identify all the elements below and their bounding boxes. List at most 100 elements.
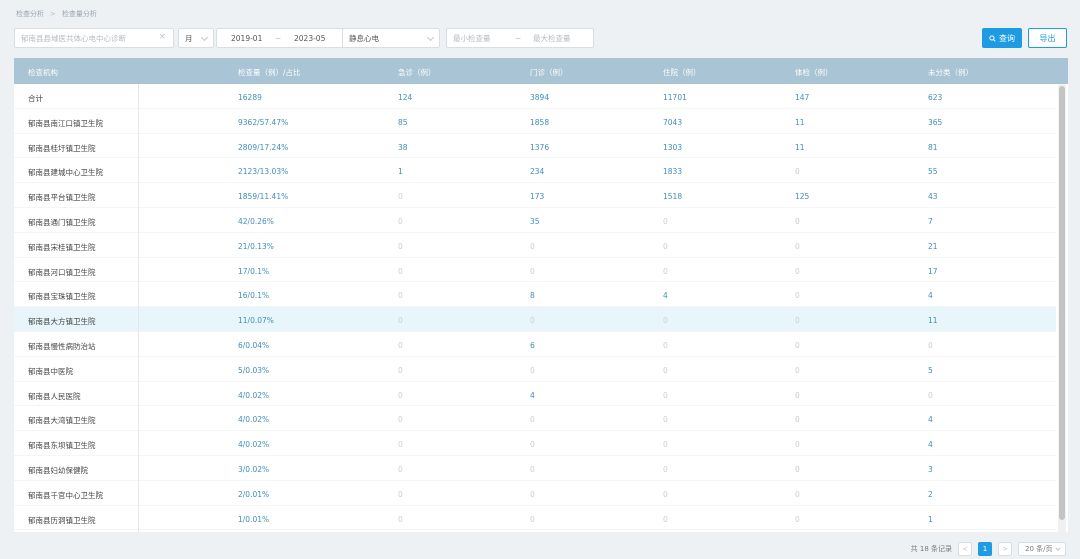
row-cell: 0 <box>795 241 800 251</box>
row-cell: 3894 <box>530 93 550 102</box>
breadcrumb-separator: > <box>50 10 56 18</box>
row-cell: 1 <box>928 514 933 524</box>
row-cell: 0 <box>663 464 668 474</box>
row-cell: 38 <box>398 142 408 152</box>
table-row[interactable]: 郁南县平台镇卫生院 1859/11.41% 0 173 1518 125 43 <box>14 183 1056 208</box>
row-cell: 0 <box>530 241 535 251</box>
header-outpatient[interactable]: 门诊（例） <box>530 67 568 78</box>
row-cell: 124 <box>398 93 413 102</box>
row-cell: 0 <box>795 390 800 400</box>
header-emergency[interactable]: 急诊（例） <box>398 67 436 78</box>
table-row[interactable]: 郁南县慢性病防治站 6/0.04% 0 6 0 0 0 <box>14 332 1056 357</box>
table-row[interactable]: 郁南县人民医院 4/0.02% 0 4 0 0 0 <box>14 382 1056 407</box>
header-checkup[interactable]: 体检（例） <box>795 67 833 78</box>
header-institution: 检查机构 <box>28 68 58 77</box>
institution-select[interactable]: 郁南县县域医共体心电中心诊断 × <box>14 28 174 48</box>
row-cell: 0 <box>795 316 800 326</box>
row-cell: 81 <box>928 142 938 152</box>
row-cell: 21 <box>928 241 938 251</box>
row-institution-name: 郁南县南江口镇卫生院 <box>28 118 103 128</box>
max-volume-input[interactable]: 最大检查量 <box>533 33 571 44</box>
volume-range-input[interactable]: 最小检查量 ~ 最大检查量 <box>446 28 594 48</box>
page-1-button[interactable]: 1 <box>978 542 992 556</box>
query-button[interactable]: 查询 <box>982 28 1022 48</box>
export-label: 导出 <box>1039 33 1056 43</box>
row-institution-name: 郁南县千官中心卫生院 <box>28 490 103 500</box>
row-cell: 0 <box>663 266 668 276</box>
table-row[interactable]: 郁南县东坝镇卫生院 4/0.02% 0 0 0 0 4 <box>14 431 1056 456</box>
chevron-down-icon <box>1055 545 1061 551</box>
row-cell: 0 <box>795 167 800 177</box>
breadcrumb-item-analysis[interactable]: 检查分析 <box>16 9 44 19</box>
row-cell: 7043 <box>663 117 683 127</box>
table-row[interactable]: 郁南县大湾镇卫生院 4/0.02% 0 0 0 0 4 <box>14 406 1056 432</box>
prev-page-button[interactable]: < <box>958 542 972 556</box>
institution-placeholder: 郁南县县域医共体心电中心诊断 <box>21 33 126 43</box>
date-range-picker[interactable]: 2019-01 ~ 2023-05 <box>216 28 350 48</box>
row-cell: 1376 <box>530 142 550 152</box>
table-row[interactable]: 郁南县河口镇卫生院 17/0.1% 0 0 0 0 17 <box>14 258 1056 283</box>
chevron-down-icon <box>426 33 435 42</box>
row-cell: 21/0.13% <box>238 241 274 251</box>
row-cell: 0 <box>398 514 403 524</box>
row-cell: 1859/11.41% <box>238 192 289 202</box>
table-row[interactable]: 郁南县通门镇卫生院 42/0.26% 0 35 0 0 7 <box>14 208 1056 233</box>
row-cell: 55 <box>928 167 938 177</box>
row-cell: 0 <box>795 291 800 301</box>
row-cell: 1303 <box>663 142 683 152</box>
range-separator: ~ <box>515 33 522 43</box>
row-cell: 42/0.26% <box>238 216 274 226</box>
min-volume-input[interactable]: 最小检查量 <box>453 33 491 44</box>
table-row[interactable]: 郁南县宝珠镇卫生院 16/0.1% 0 8 4 0 4 <box>14 282 1056 308</box>
table-row[interactable]: 郁南县千官中心卫生院 2/0.01% 0 0 0 0 2 <box>14 481 1056 506</box>
date-start[interactable]: 2019-01 <box>231 34 262 43</box>
header-unclassified[interactable]: 未分类（例） <box>928 67 973 78</box>
next-page-button[interactable]: > <box>998 542 1012 556</box>
row-cell: 4/0.02% <box>238 415 270 425</box>
pagination: 共 18 条记录 < 1 > 20 条/页 <box>911 542 1066 556</box>
row-cell: 0 <box>530 316 535 326</box>
row-cell: 8 <box>530 291 535 301</box>
row-cell: 2809/17.24% <box>238 142 289 152</box>
search-icon <box>989 34 996 42</box>
row-cell: 623 <box>928 93 943 102</box>
row-cell: 6/0.04% <box>238 340 270 350</box>
table-row[interactable]: 郁南县宋桂镇卫生院 21/0.13% 0 0 0 0 21 <box>14 233 1056 258</box>
row-cell: 3/0.02% <box>238 464 270 474</box>
row-institution-name: 郁南县慢性病防治站 <box>28 341 96 351</box>
table-row[interactable]: 郁南县建城中心卫生院 2123/13.03% 1 234 1833 0 55 <box>14 158 1056 184</box>
table-row[interactable]: 郁南县桂圩镇卫生院 2809/17.24% 38 1376 1303 11 81 <box>14 134 1056 159</box>
table-row[interactable]: 郁南县历洞镇卫生院 1/0.01% 0 0 0 0 1 <box>14 506 1056 531</box>
row-cell: 4/0.02% <box>238 440 270 450</box>
vertical-scrollbar[interactable] <box>1058 84 1066 532</box>
page-size-select[interactable]: 20 条/页 <box>1018 542 1066 556</box>
row-cell: 43 <box>928 192 938 202</box>
row-cell: 0 <box>663 316 668 326</box>
period-select[interactable]: 月 <box>178 28 214 48</box>
scrollbar-thumb[interactable] <box>1059 86 1065 520</box>
row-cell: 2/0.01% <box>238 489 270 499</box>
row-cell: 0 <box>795 266 800 276</box>
row-cell: 0 <box>663 440 668 450</box>
table-row[interactable]: 郁南县南江口镇卫生院 9362/57.47% 85 1858 7043 11 365 <box>14 109 1056 134</box>
table-row[interactable]: 郁南县大方镇卫生院 11/0.07% 0 0 0 0 11 <box>14 307 1056 332</box>
row-cell: 4 <box>928 291 933 301</box>
filter-bar: 郁南县县域医共体心电中心诊断 × 月 2019-01 ~ 2023-05 静息心… <box>14 28 1068 48</box>
clear-icon[interactable]: × <box>158 32 166 42</box>
category-select[interactable]: 静息心电 <box>342 28 440 48</box>
row-cell: 0 <box>398 365 403 375</box>
row-cell: 0 <box>398 241 403 251</box>
row-cell: 2 <box>928 489 933 499</box>
table-row[interactable]: 合计 16289 124 3894 11701 147 623 <box>14 84 1056 109</box>
export-button[interactable]: 导出 <box>1028 28 1067 48</box>
header-volume[interactable]: 检查量（例）/占比 <box>238 67 301 78</box>
date-end[interactable]: 2023-05 <box>294 34 325 43</box>
row-cell: 0 <box>530 464 535 474</box>
row-cell: 1518 <box>663 192 683 202</box>
row-institution-name: 郁南县历洞镇卫生院 <box>28 515 96 525</box>
row-cell: 5/0.03% <box>238 365 270 375</box>
table-row[interactable]: 郁南县中医院 5/0.03% 0 0 0 0 5 <box>14 357 1056 382</box>
row-cell: 147 <box>795 93 810 102</box>
table-row[interactable]: 郁南县妇幼保健院 3/0.02% 0 0 0 0 3 <box>14 456 1056 481</box>
header-inpatient[interactable]: 住院（例） <box>663 67 701 78</box>
